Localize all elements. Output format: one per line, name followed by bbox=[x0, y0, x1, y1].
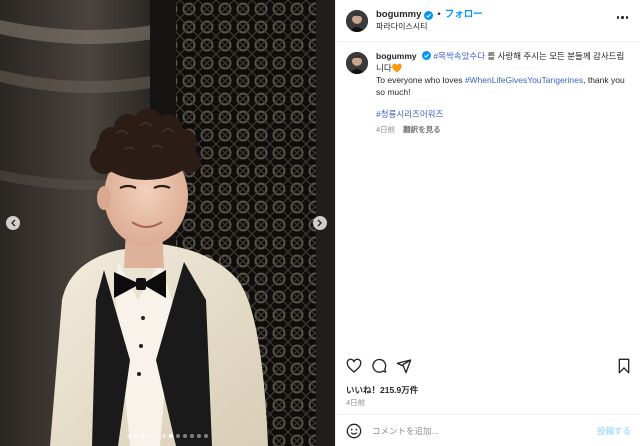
location-link[interactable]: 파라다이스시티 bbox=[376, 22, 483, 32]
post-date: 4日前 bbox=[346, 398, 366, 407]
emoji-icon[interactable] bbox=[346, 423, 362, 439]
caption-comment: bogummy #목싹속았수다 를 사랑해 주시는 모든 분들께 감사드립니다🧡… bbox=[346, 50, 632, 136]
more-icon[interactable] bbox=[616, 16, 628, 19]
photo-image bbox=[0, 0, 335, 446]
carousel-dot bbox=[141, 434, 145, 438]
post-comment-button[interactable]: 投稿する bbox=[597, 425, 631, 437]
carousel-dot bbox=[148, 434, 152, 438]
comment-input[interactable] bbox=[372, 425, 597, 436]
carousel-next-button[interactable] bbox=[313, 216, 327, 230]
carousel-prev-button[interactable] bbox=[6, 216, 20, 230]
caption-avatar[interactable] bbox=[346, 52, 368, 74]
username-link[interactable]: bogummy bbox=[376, 9, 421, 21]
verified-icon bbox=[422, 51, 431, 60]
carousel-indicator bbox=[0, 434, 335, 438]
chevron-right-icon bbox=[317, 219, 322, 227]
post-sidebar: bogummy • フォロー 파라다이스시티 bogummy #목싹속았수다 를… bbox=[335, 0, 640, 446]
carousel-dot bbox=[176, 434, 180, 438]
heart-emoji: 🧡 bbox=[391, 63, 403, 73]
bookmark-icon[interactable] bbox=[616, 358, 632, 374]
carousel-dot bbox=[169, 434, 173, 438]
comment-time: 4日前 bbox=[376, 125, 396, 134]
carousel-dot bbox=[162, 434, 166, 438]
heart-icon[interactable] bbox=[346, 358, 362, 374]
avatar-image bbox=[346, 52, 368, 74]
translate-link[interactable]: 翻訳を見る bbox=[403, 124, 441, 136]
verified-icon bbox=[424, 10, 434, 20]
carousel-dot bbox=[155, 434, 159, 438]
likes-count[interactable]: いいね！215.9万件 bbox=[346, 384, 418, 396]
carousel-dot bbox=[183, 434, 187, 438]
action-bar bbox=[346, 358, 632, 376]
caption-line2: To everyone who loves bbox=[376, 75, 465, 85]
carousel-dot bbox=[134, 434, 138, 438]
share-icon[interactable] bbox=[396, 358, 412, 374]
hashtag-link[interactable]: #청룡시리즈어워즈 bbox=[376, 109, 443, 119]
avatar-image bbox=[346, 9, 368, 32]
hashtag-link[interactable]: #WhenLifeGivesYouTangerines bbox=[465, 75, 583, 85]
avatar[interactable] bbox=[346, 9, 368, 32]
carousel-dot bbox=[204, 434, 208, 438]
post-header: bogummy • フォロー 파라다이스시티 bbox=[336, 0, 640, 42]
caption-text: bogummy #목싹속았수다 를 사랑해 주시는 모든 분들께 감사드립니다🧡… bbox=[376, 50, 632, 136]
caption-username[interactable]: bogummy bbox=[376, 51, 417, 61]
chevron-left-icon bbox=[11, 219, 16, 227]
follow-button[interactable]: フォロー bbox=[445, 9, 483, 21]
carousel-dot bbox=[190, 434, 194, 438]
comment-icon[interactable] bbox=[371, 358, 387, 374]
hashtag-link[interactable]: #목싹속았수다 bbox=[433, 51, 485, 61]
post-photo[interactable] bbox=[0, 0, 335, 446]
carousel-dot bbox=[127, 434, 131, 438]
comment-composer: 投稿する bbox=[336, 414, 640, 446]
carousel-dot bbox=[197, 434, 201, 438]
separator-dot: • bbox=[437, 9, 441, 20]
